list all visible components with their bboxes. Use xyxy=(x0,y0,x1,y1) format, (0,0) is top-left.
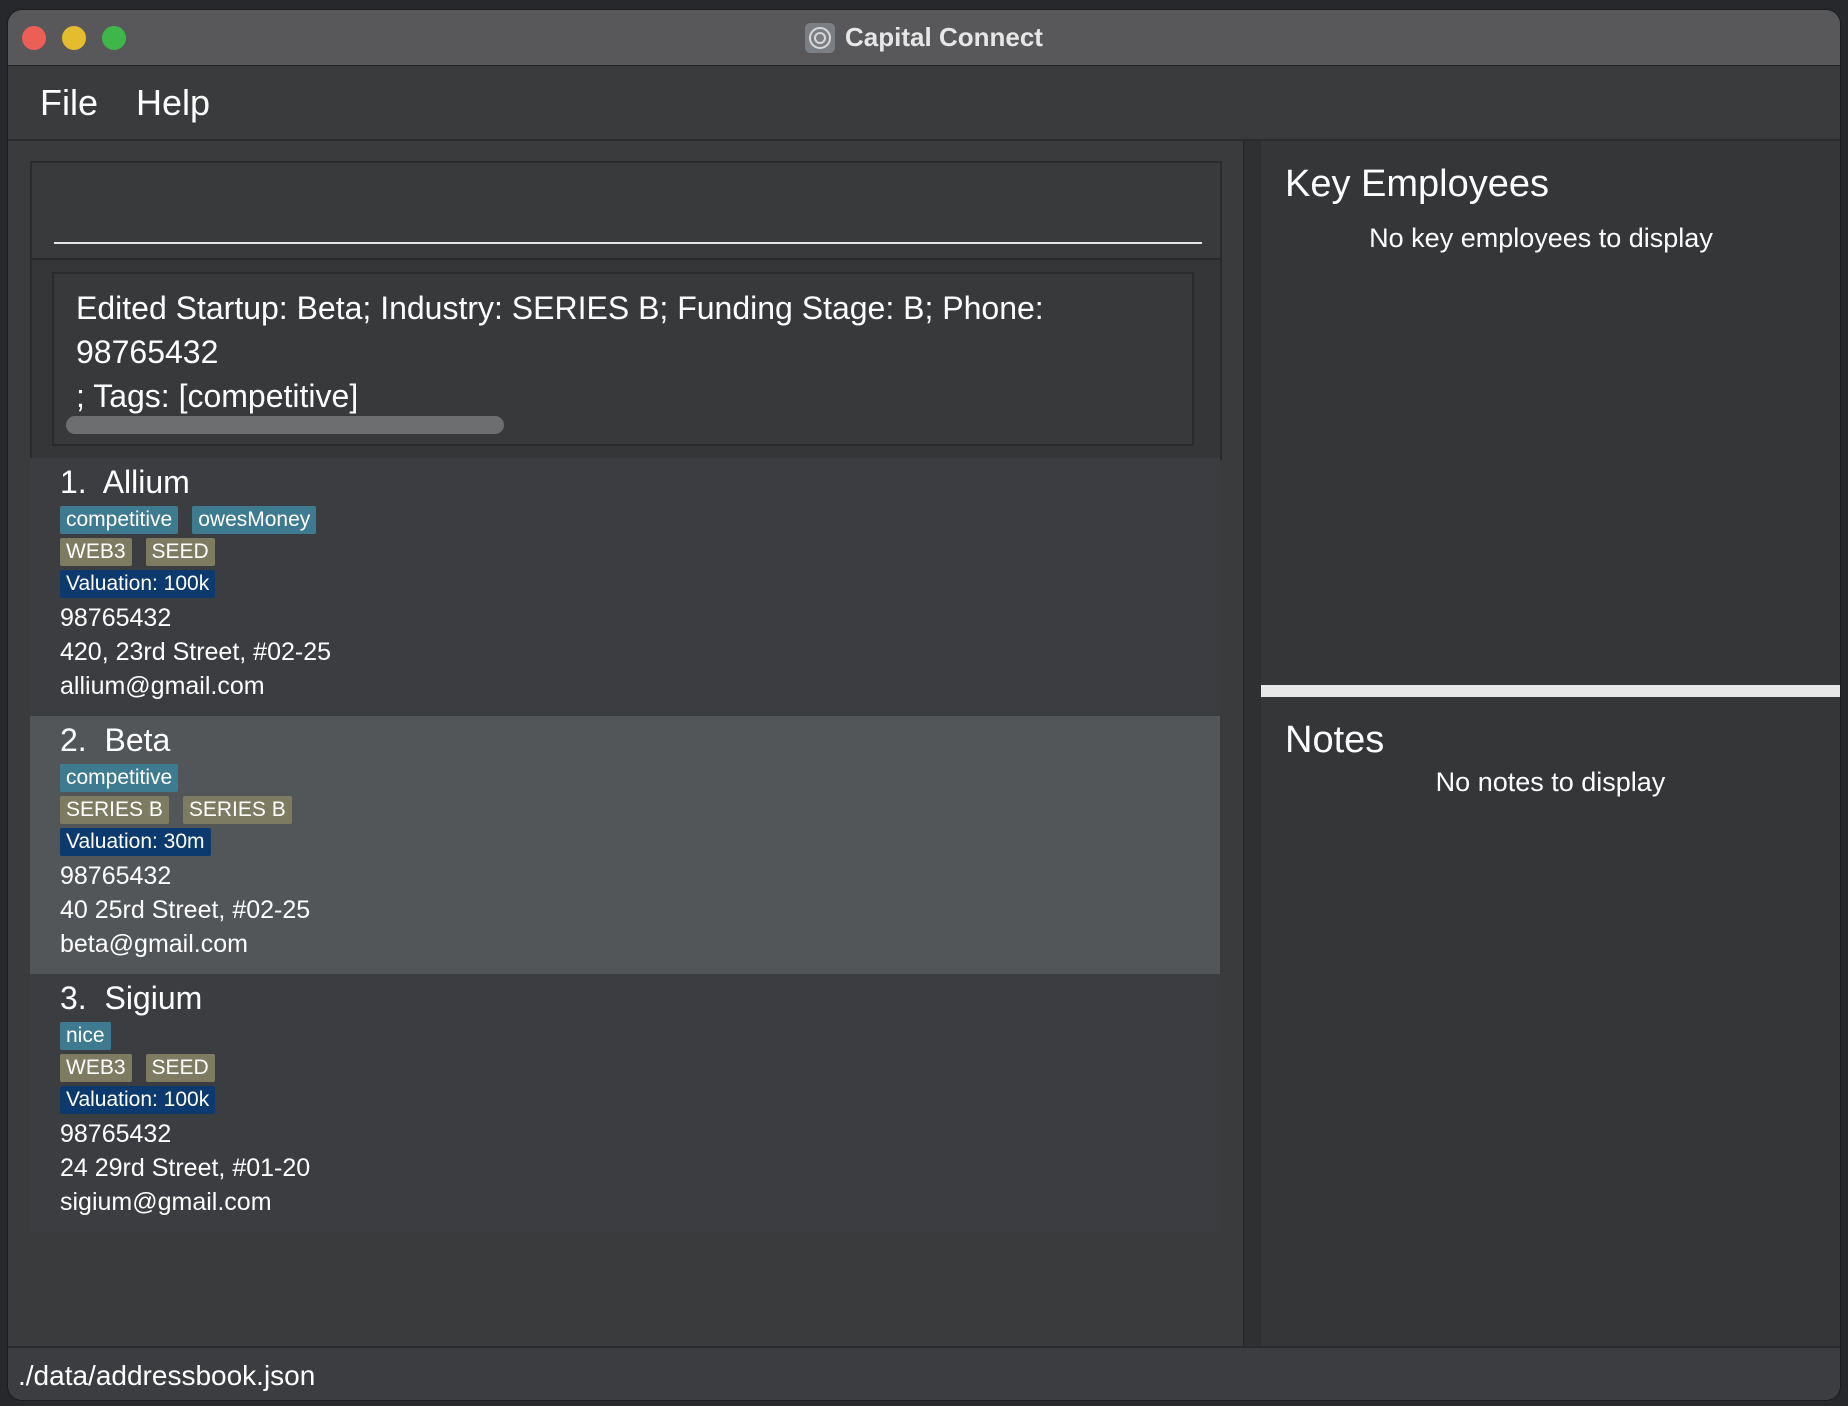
key-employees-title: Key Employees xyxy=(1285,163,1550,205)
status-bar: ./data/addressbook.json xyxy=(8,1346,1840,1400)
phone-text: 98765432 xyxy=(60,862,172,890)
valuation-badge: Valuation: 100k xyxy=(60,1086,216,1114)
funding-badge: SERIES B xyxy=(182,796,292,824)
tag-badge: owesMoney xyxy=(192,506,317,534)
result-text: Edited Startup: Beta; Industry: SERIES B… xyxy=(76,286,1186,418)
command-input[interactable] xyxy=(56,173,1200,235)
menu-help[interactable]: Help xyxy=(136,82,210,124)
command-underline xyxy=(54,242,1202,244)
result-line-2: ; Tags: [competitive] xyxy=(76,378,359,414)
notes-title: Notes xyxy=(1285,719,1385,761)
startup-card[interactable]: 1. Allium competitive owesMoney WEB3 SEE… xyxy=(30,458,1220,716)
tag-badge: competitive xyxy=(60,506,179,534)
app-window: Capital Connect File Help Edited Startup… xyxy=(8,10,1840,1400)
horizontal-split-divider[interactable] xyxy=(1261,685,1840,697)
industry-badge: WEB3 xyxy=(60,1054,132,1082)
command-box xyxy=(30,161,1222,260)
startup-name: 1. Allium xyxy=(60,464,190,500)
industry-badge: WEB3 xyxy=(60,538,132,566)
phone-text: 98765432 xyxy=(60,604,172,632)
title-bar: Capital Connect xyxy=(8,10,1840,66)
menu-file[interactable]: File xyxy=(40,82,98,124)
tag-row: nice xyxy=(60,1022,111,1050)
result-display: Edited Startup: Beta; Industry: SERIES B… xyxy=(30,258,1222,460)
address-text: 420, 23rd Street, #02-25 xyxy=(60,638,332,666)
data-file-path: ./data/addressbook.json xyxy=(18,1360,316,1391)
category-row: SERIES B SERIES B xyxy=(60,796,292,824)
address-text: 24 29rd Street, #01-20 xyxy=(60,1154,311,1182)
category-row: WEB3 SEED xyxy=(60,1054,215,1082)
valuation-badge: Valuation: 30m xyxy=(60,828,211,856)
right-pane: Key Employees No key employees to displa… xyxy=(1261,141,1840,1346)
tag-badge: nice xyxy=(60,1022,111,1050)
startup-card[interactable]: 3. Sigium nice WEB3 SEED Valuation: 100k… xyxy=(30,974,1220,1232)
app-logo-icon xyxy=(805,22,836,53)
valuation-badge: Valuation: 100k xyxy=(60,570,216,598)
notes-empty-text: No notes to display xyxy=(1435,767,1666,797)
result-text-area[interactable]: Edited Startup: Beta; Industry: SERIES B… xyxy=(52,272,1194,446)
valuation-row: Valuation: 100k xyxy=(60,1086,216,1114)
funding-badge: SEED xyxy=(145,538,215,566)
startup-name: 3. Sigium xyxy=(60,980,203,1016)
valuation-row: Valuation: 100k xyxy=(60,570,216,598)
address-text: 40 25rd Street, #02-25 xyxy=(60,896,311,924)
result-horizontal-scrollbar[interactable] xyxy=(66,416,504,434)
email-text: beta@gmail.com xyxy=(60,930,248,958)
title-wrap: Capital Connect xyxy=(8,10,1840,65)
key-employees-panel: Key Employees No key employees to displa… xyxy=(1261,141,1821,681)
notes-panel: Notes No notes to display xyxy=(1261,703,1840,1346)
email-text: sigium@gmail.com xyxy=(60,1188,272,1216)
window-title: Capital Connect xyxy=(845,22,1043,52)
vertical-split-divider[interactable] xyxy=(1243,141,1263,1346)
startup-name: 2. Beta xyxy=(60,722,171,758)
key-employees-empty-text: No key employees to display xyxy=(1369,223,1713,253)
funding-badge: SEED xyxy=(145,1054,215,1082)
tag-row: competitive xyxy=(60,764,179,792)
menu-bar: File Help xyxy=(8,66,1840,141)
startup-card-selected[interactable]: 2. Beta competitive SERIES B SERIES B Va… xyxy=(30,716,1220,974)
left-pane: Edited Startup: Beta; Industry: SERIES B… xyxy=(8,141,1243,1346)
result-line-1: Edited Startup: Beta; Industry: SERIES B… xyxy=(76,290,1044,370)
tag-badge: competitive xyxy=(60,764,179,792)
category-row: WEB3 SEED xyxy=(60,538,215,566)
valuation-row: Valuation: 30m xyxy=(60,828,211,856)
industry-badge: SERIES B xyxy=(60,796,169,824)
phone-text: 98765432 xyxy=(60,1120,172,1148)
email-text: allium@gmail.com xyxy=(60,672,265,700)
tag-row: competitive owesMoney xyxy=(60,506,317,534)
